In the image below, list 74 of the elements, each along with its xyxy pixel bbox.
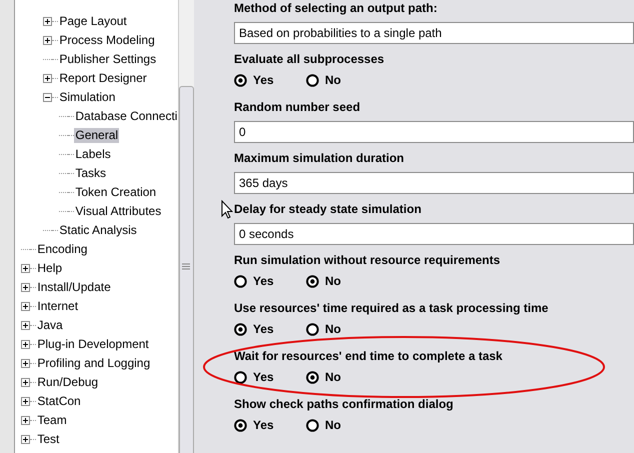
- scrollbar[interactable]: [178, 0, 194, 453]
- expand-icon[interactable]: [43, 17, 52, 26]
- setting-label: Show check paths confirmation dialog: [234, 396, 454, 412]
- radio-option[interactable]: No: [306, 418, 341, 432]
- tree-item[interactable]: Internet: [36, 299, 80, 314]
- expand-icon[interactable]: [21, 435, 30, 444]
- tree-item[interactable]: Tasks: [74, 166, 108, 181]
- radio-icon[interactable]: [306, 418, 319, 432]
- tree-item[interactable]: Encoding: [36, 242, 88, 257]
- tree-item[interactable]: Process Modeling: [58, 33, 156, 48]
- tree-item[interactable]: Java: [36, 318, 64, 333]
- expand-icon[interactable]: [21, 397, 30, 406]
- setting-label: Wait for resources' end time to complete a task: [234, 348, 502, 364]
- setting-label: Random number seed: [234, 99, 360, 115]
- expand-icon[interactable]: [21, 264, 30, 273]
- expand-icon[interactable]: [21, 283, 30, 292]
- radio-option[interactable]: No: [306, 322, 341, 336]
- tree-item[interactable]: Report Designer: [58, 71, 148, 86]
- radio-option[interactable]: No: [306, 73, 341, 87]
- expand-icon[interactable]: [21, 378, 30, 387]
- input-field[interactable]: 0 seconds: [234, 223, 634, 245]
- setting-label: Maximum simulation duration: [234, 150, 404, 166]
- tree-item[interactable]: Test: [36, 432, 60, 447]
- tree-item[interactable]: Publisher Settings: [58, 52, 158, 67]
- radio-icon[interactable]: [306, 74, 319, 86]
- expand-icon[interactable]: [43, 36, 52, 45]
- radio-icon[interactable]: [234, 274, 247, 288]
- mouse-cursor-icon: [221, 200, 233, 219]
- input-field[interactable]: 365 days: [234, 172, 634, 194]
- tree-item[interactable]: Static Analysis: [58, 223, 138, 238]
- radio-option[interactable]: No: [306, 370, 341, 384]
- radio-option[interactable]: Yes: [234, 73, 274, 87]
- radio-checked-icon[interactable]: [306, 370, 319, 384]
- tree-item[interactable]: Install/Update: [36, 280, 112, 295]
- setting-label: Evaluate all subprocesses: [234, 51, 384, 67]
- radio-icon[interactable]: [306, 322, 319, 336]
- radio-checked-icon[interactable]: [234, 418, 247, 432]
- tree-item[interactable]: Profiling and Logging: [36, 356, 152, 371]
- setting-label: Delay for steady state simulation: [234, 201, 422, 217]
- expand-icon[interactable]: [21, 340, 30, 349]
- tree-item[interactable]: Token Creation: [74, 185, 158, 200]
- tree-item[interactable]: General: [74, 128, 120, 143]
- tree-item[interactable]: Team: [36, 413, 68, 428]
- setting-label: Use resources' time required as a task processing time: [234, 300, 548, 316]
- radio-option[interactable]: Yes: [234, 418, 274, 432]
- tree-item[interactable]: Visual Attributes: [74, 204, 162, 219]
- radio-checked-icon[interactable]: [306, 274, 319, 288]
- input-field[interactable]: Based on probabilities to a single path: [234, 22, 634, 44]
- expand-icon[interactable]: [21, 416, 30, 425]
- scrollbar-thumb[interactable]: [178, 86, 194, 453]
- tree-item[interactable]: Simulation: [58, 90, 116, 105]
- expand-icon[interactable]: [43, 74, 52, 83]
- radio-option[interactable]: Yes: [234, 274, 274, 288]
- expand-icon[interactable]: [21, 321, 30, 330]
- setting-label: Run simulation without resource requirements: [234, 252, 500, 268]
- radio-checked-icon[interactable]: [234, 74, 247, 86]
- tree-item[interactable]: Labels: [74, 147, 112, 162]
- radio-icon[interactable]: [234, 370, 247, 384]
- tree-item[interactable]: Help: [36, 261, 64, 276]
- radio-option[interactable]: No: [306, 274, 341, 288]
- radio-option[interactable]: Yes: [234, 370, 274, 384]
- tree-item[interactable]: StatCon: [36, 394, 82, 409]
- tree-item[interactable]: Run/Debug: [36, 375, 100, 390]
- tree-item[interactable]: Database Connecti: [74, 109, 178, 124]
- input-field[interactable]: 0: [234, 121, 634, 143]
- expand-icon[interactable]: [21, 359, 30, 368]
- collapse-icon[interactable]: [43, 93, 52, 102]
- tree-item[interactable]: Page Layout: [58, 14, 128, 29]
- radio-option[interactable]: Yes: [234, 322, 274, 336]
- grip-icon: [182, 263, 190, 270]
- tree-item[interactable]: Plug-in Development: [36, 337, 150, 352]
- radio-checked-icon[interactable]: [234, 322, 247, 336]
- expand-icon[interactable]: [21, 302, 30, 311]
- setting-label: Method of selecting an output path:: [234, 0, 438, 16]
